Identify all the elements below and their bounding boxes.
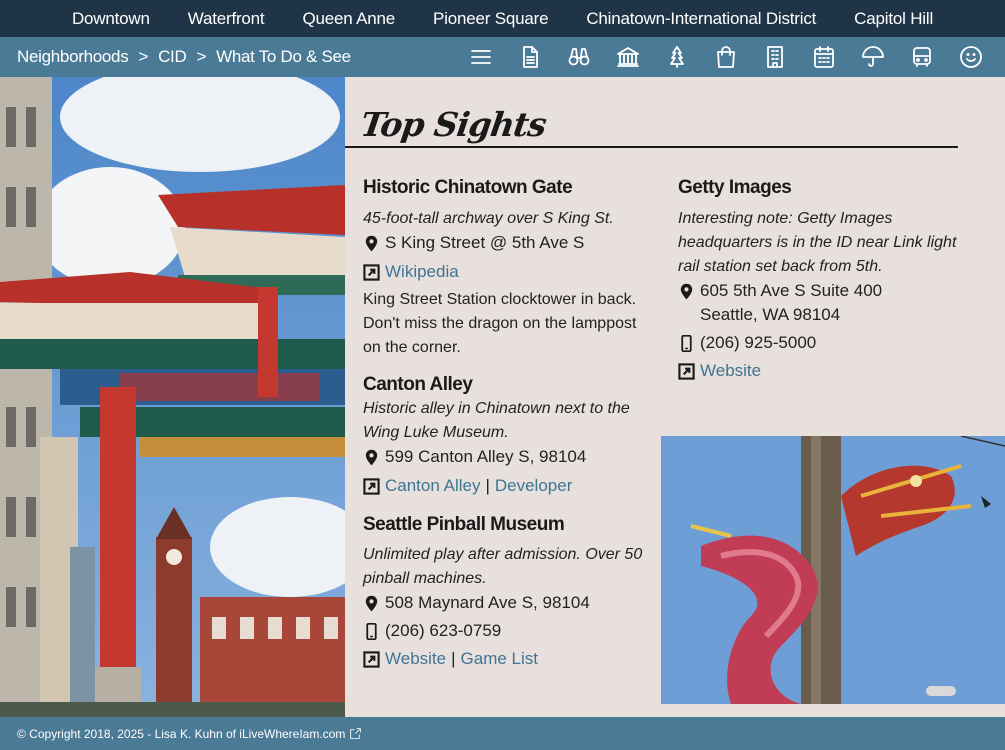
hotel-icon[interactable] xyxy=(763,45,787,69)
game-list-link[interactable]: Game List xyxy=(461,647,538,671)
sight-name: Seattle Pinball Museum xyxy=(363,514,565,535)
sight-description: Historic alley in Chinatown next to the … xyxy=(363,400,630,441)
sight-links: Website | Game List xyxy=(363,647,653,671)
calendar-icon[interactable] xyxy=(812,45,836,69)
sight-chinatown-gate: Historic Chinatown Gate 45-foot-tall arc… xyxy=(363,176,653,360)
external-link-icon xyxy=(363,474,385,498)
sight-description: 45-foot-tall archway over S King St. xyxy=(363,210,614,227)
breadcrumb-separator: > xyxy=(196,47,207,66)
wikipedia-link[interactable]: Wikipedia xyxy=(385,260,459,284)
canton-alley-link[interactable]: Canton Alley xyxy=(385,474,480,498)
nav-link-waterfront[interactable]: Waterfront xyxy=(188,9,265,29)
chinatown-gate-photo xyxy=(0,77,345,717)
sight-address: 599 Canton Alley S, 98104 xyxy=(363,445,653,469)
sight-name: Historic Chinatown Gate xyxy=(363,177,573,198)
map-pin-icon xyxy=(363,591,385,615)
breadcrumb: Neighborhoods > CID > What To Do & See xyxy=(17,37,351,77)
copyright: © Copyright 2018, 2025 - Lisa K. Kuhn of… xyxy=(17,717,362,750)
sight-links: Wikipedia xyxy=(363,260,653,284)
menu-icon[interactable] xyxy=(469,45,493,69)
breadcrumb-separator: > xyxy=(138,47,149,66)
footer: © Copyright 2018, 2025 - Lisa K. Kuhn of… xyxy=(0,717,1005,750)
phone-icon xyxy=(678,331,700,355)
sight-address: 508 Maynard Ave S, 98104 xyxy=(363,591,653,615)
sight-address-line2: Seattle, WA 98104 xyxy=(700,305,841,324)
external-link-icon xyxy=(363,260,385,284)
title-divider xyxy=(345,146,958,148)
map-pin-icon xyxy=(678,279,700,303)
sight-phone: (206) 925-5000 xyxy=(678,331,978,355)
smiley-icon[interactable] xyxy=(959,45,983,69)
nav-link-downtown[interactable]: Downtown xyxy=(72,9,150,29)
sight-phone: (206) 623-0759 xyxy=(363,619,653,643)
nav-link-capitol-hill[interactable]: Capitol Hill xyxy=(854,9,933,29)
external-link-icon xyxy=(363,647,385,671)
nav-link-chinatown-id[interactable]: Chinatown-International District xyxy=(586,9,816,29)
document-icon[interactable] xyxy=(518,45,542,69)
sight-canton-alley: Canton Alley Historic alley in Chinatown… xyxy=(363,373,653,498)
sight-address: 605 5th Ave S Suite 400 xyxy=(678,279,978,303)
tree-icon[interactable] xyxy=(665,45,689,69)
breadcrumb-neighborhoods[interactable]: Neighborhoods xyxy=(17,47,129,67)
external-link-icon xyxy=(350,728,362,739)
binoculars-icon[interactable] xyxy=(567,45,591,69)
umbrella-icon[interactable] xyxy=(861,45,885,69)
sight-name: Getty Images xyxy=(678,177,792,198)
sub-toolbar: Neighborhoods > CID > What To Do & See xyxy=(0,37,1005,77)
museum-icon[interactable] xyxy=(616,45,640,69)
nav-link-queen-anne[interactable]: Queen Anne xyxy=(302,9,395,29)
map-pin-icon xyxy=(363,445,385,469)
sight-getty-images: Getty Images Interesting note: Getty Ima… xyxy=(678,176,978,383)
phone-icon xyxy=(363,619,385,643)
shopping-bag-icon[interactable] xyxy=(714,45,738,69)
sight-links: Canton Alley | Developer xyxy=(363,474,653,498)
website-link[interactable]: Website xyxy=(700,359,761,383)
breadcrumb-current: What To Do & See xyxy=(216,47,351,66)
sight-address: S King Street @ 5th Ave S xyxy=(363,231,653,255)
sight-links: Website xyxy=(678,359,978,383)
map-pin-icon xyxy=(363,231,385,255)
page-title: Top Sights xyxy=(358,105,549,144)
sight-name: Canton Alley xyxy=(363,374,473,395)
bus-icon[interactable] xyxy=(910,45,934,69)
sight-pinball-museum: Seattle Pinball Museum Unlimited play af… xyxy=(363,513,653,671)
category-icons xyxy=(469,37,983,77)
sight-description: Unlimited play after admission. Over 50 … xyxy=(363,546,643,587)
sight-description: Interesting note: Getty Images headquart… xyxy=(678,210,957,275)
external-link-icon xyxy=(678,359,700,383)
sight-note: King Street Station clocktower in back. … xyxy=(363,291,637,356)
website-link[interactable]: Website xyxy=(385,647,446,671)
nav-link-pioneer-square[interactable]: Pioneer Square xyxy=(433,9,549,29)
breadcrumb-cid[interactable]: CID xyxy=(158,47,187,67)
neighborhood-nav: Downtown Waterfront Queen Anne Pioneer S… xyxy=(0,0,1005,37)
dragon-lamppost-photo xyxy=(661,436,1005,704)
developer-link[interactable]: Developer xyxy=(495,474,573,498)
